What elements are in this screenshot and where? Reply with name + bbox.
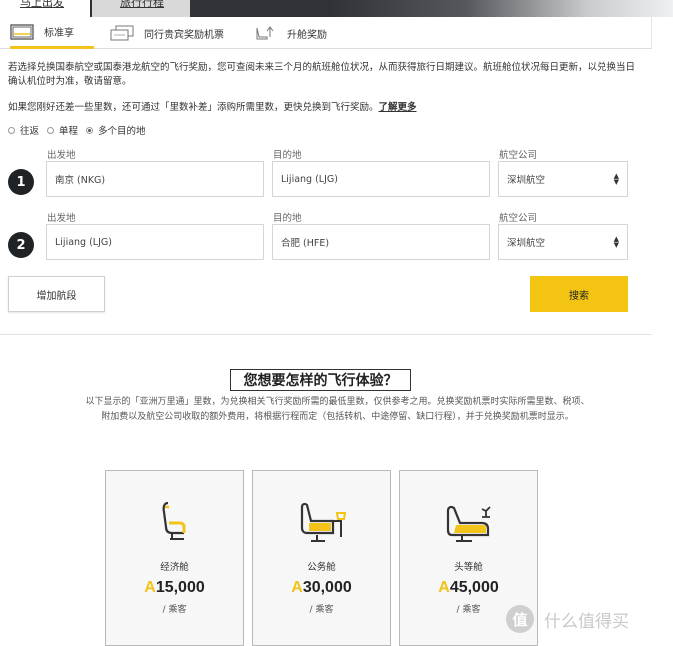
tab-itinerary[interactable]: 旅行行程 bbox=[92, 0, 190, 17]
airline-value: 深圳航空 bbox=[507, 238, 546, 249]
origin-input[interactable]: Lijiang (LJG) bbox=[46, 224, 264, 260]
learn-more-link[interactable]: 了解更多 bbox=[379, 102, 417, 113]
economy-seat-icon bbox=[162, 501, 186, 540]
upgrade-seat-icon bbox=[256, 26, 274, 40]
two-tickets-icon bbox=[110, 25, 134, 41]
airline-label: 航空公司 bbox=[499, 150, 538, 161]
watermark: 值 什么值得买 bbox=[506, 605, 629, 633]
trip-type-selector: 往返 单程 多个目的地 bbox=[8, 123, 154, 137]
business-seat-icon bbox=[300, 502, 347, 542]
to-label: 目的地 bbox=[273, 213, 302, 224]
tab-depart-now[interactable]: 马上出发 bbox=[0, 0, 90, 17]
segment-number: 1 bbox=[8, 169, 34, 195]
tab-standard-award[interactable]: 标准享 bbox=[10, 17, 94, 49]
asia-miles-icon: A bbox=[438, 579, 450, 596]
cabin-card-business[interactable]: 公务舱 A30,000 / 乘客 bbox=[252, 470, 391, 646]
experience-description: 以下显示的「亚洲万里通」里数，为兑换相关飞行奖励所需的最低里数，仅供参考之用。兑… bbox=[85, 397, 590, 422]
add-segment-button[interactable]: 增加航段 bbox=[8, 276, 105, 312]
airline-value: 深圳航空 bbox=[507, 175, 546, 186]
per-passenger: / 乘客 bbox=[162, 605, 187, 615]
origin-input[interactable]: 南京 (NKG) bbox=[46, 161, 264, 197]
radio-dot[interactable] bbox=[47, 126, 55, 134]
search-button[interactable]: 搜索 bbox=[530, 276, 628, 312]
first-seat-icon bbox=[446, 505, 491, 542]
points-value: 45,000 bbox=[449, 579, 499, 596]
tab-label: 同行贵宾奖励机票 bbox=[144, 29, 224, 41]
cabin-card-economy[interactable]: 经济舱 A15,000 / 乘客 bbox=[105, 470, 244, 646]
radio-dot[interactable] bbox=[86, 126, 94, 134]
tab-companion-award[interactable]: 同行贵宾奖励机票 bbox=[110, 17, 224, 49]
cabin-name: 公务舱 bbox=[307, 562, 336, 573]
cabin-name: 头等舱 bbox=[454, 562, 483, 573]
destination-input[interactable]: 合肥 (HFE) bbox=[272, 224, 490, 260]
asia-miles-icon: A bbox=[144, 579, 156, 596]
tab-label: 标准享 bbox=[44, 28, 74, 39]
asia-miles-icon: A bbox=[291, 579, 303, 596]
radio-label: 单程 bbox=[59, 126, 79, 137]
section-divider bbox=[0, 334, 652, 335]
header-banner-image bbox=[330, 0, 673, 17]
radio-dot[interactable] bbox=[8, 126, 15, 134]
experience-title: 您想要怎样的飞行体验？ bbox=[230, 369, 411, 391]
top-up-text: 如果您刚好还差一些里数，还可通过「里数补差」添购所需里数，更快兑换到飞行奖励。 bbox=[8, 102, 379, 113]
tab-upgrade-award[interactable]: 升舱奖励 bbox=[253, 17, 327, 49]
availability-notice: 若选择兑换国泰航空或国泰港龙航空的飞行奖励，您可查阅未来三个月的航班舱位状况，从… bbox=[8, 62, 636, 87]
to-label: 目的地 bbox=[273, 150, 302, 161]
from-label: 出发地 bbox=[47, 213, 76, 224]
window-icon bbox=[10, 23, 34, 40]
from-label: 出发地 bbox=[47, 150, 76, 161]
radio-label: 往返 bbox=[20, 126, 40, 137]
top-up-miles-notice: 如果您刚好还差一些里数，还可通过「里数补差」添购所需里数，更快兑换到飞行奖励。了… bbox=[8, 101, 638, 115]
top-navigation-bar: 马上出发 旅行行程 bbox=[0, 0, 673, 17]
points-required: A15,000 bbox=[106, 579, 243, 597]
airline-select[interactable]: 深圳航空 ▲ ▼ bbox=[498, 161, 628, 197]
points-required: A30,000 bbox=[253, 579, 390, 597]
airline-label: 航空公司 bbox=[499, 213, 538, 224]
award-type-tabs: 标准享 同行贵宾奖励机票 升舱奖励 bbox=[0, 17, 652, 49]
watermark-logo-icon: 值 bbox=[506, 605, 534, 633]
radio-multi-city[interactable]: 多个目的地 bbox=[86, 123, 146, 137]
per-passenger: / 乘客 bbox=[309, 605, 334, 615]
radio-one-way[interactable]: 单程 bbox=[47, 123, 78, 137]
points-value: 30,000 bbox=[302, 579, 352, 596]
segment-number: 2 bbox=[8, 232, 34, 258]
sort-arrows-icon: ▲ ▼ bbox=[613, 235, 619, 249]
destination-input[interactable]: Lijiang (LJG) bbox=[272, 161, 490, 197]
radio-round-trip[interactable]: 往返 bbox=[8, 123, 39, 137]
points-required: A45,000 bbox=[400, 579, 537, 597]
sort-arrows-icon: ▲ ▼ bbox=[613, 172, 619, 186]
airline-select[interactable]: 深圳航空 ▲ ▼ bbox=[498, 224, 628, 260]
watermark-text: 什么值得买 bbox=[544, 611, 629, 632]
cabin-name: 经济舱 bbox=[160, 562, 189, 573]
points-value: 15,000 bbox=[155, 579, 205, 596]
radio-label: 多个目的地 bbox=[98, 126, 146, 137]
tab-label: 升舱奖励 bbox=[287, 29, 327, 41]
